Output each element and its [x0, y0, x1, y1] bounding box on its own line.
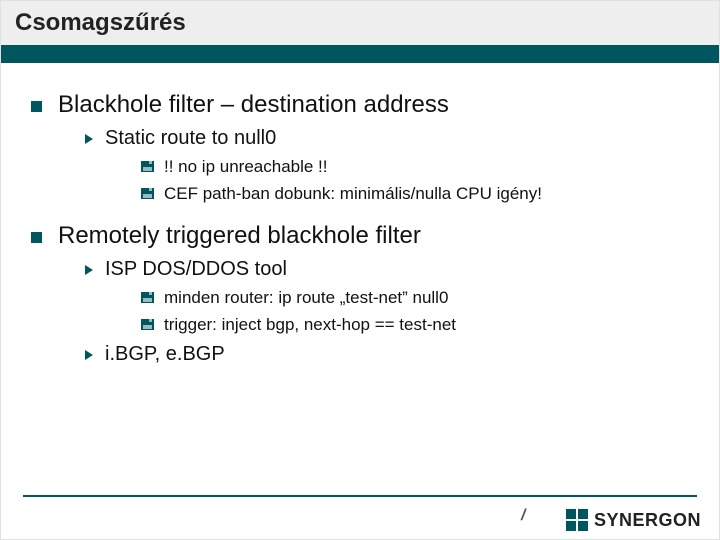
bullet-lvl1: Blackhole filter – destination address: [31, 91, 689, 119]
triangle-bullet-icon: [85, 134, 93, 144]
bullet-text: CEF path-ban dobunk: minimális/nulla CPU…: [164, 184, 542, 204]
slide-title: Csomagszűrés: [1, 1, 719, 45]
bullet-text: i.BGP, e.BGP: [105, 343, 225, 366]
disk-bullet-icon: [141, 319, 154, 330]
bullet-lvl3: CEF path-ban dobunk: minimális/nulla CPU…: [141, 183, 689, 204]
footer-logo: SYNERGON: [566, 509, 701, 531]
synergon-logo-icon: [566, 509, 588, 531]
bullet-lvl3: trigger: inject bgp, next-hop == test-ne…: [141, 314, 689, 335]
bullet-lvl3: minden router: ip route „test-net” null0: [141, 287, 689, 308]
bullet-lvl2: i.BGP, e.BGP: [85, 343, 689, 366]
triangle-bullet-icon: [85, 350, 93, 360]
disk-bullet-icon: [141, 292, 154, 303]
slide-content: Blackhole filter – destination address S…: [31, 81, 689, 370]
bullet-text: ISP DOS/DDOS tool: [105, 258, 287, 281]
slide: Csomagszűrés Blackhole filter – destinat…: [0, 0, 720, 540]
bullet-lvl1: Remotely triggered blackhole filter: [31, 222, 689, 250]
bullet-text: Remotely triggered blackhole filter: [58, 222, 421, 250]
disk-bullet-icon: [141, 161, 154, 172]
footer-page-marker: /: [521, 507, 525, 525]
bullet-text: trigger: inject bgp, next-hop == test-ne…: [164, 315, 456, 335]
bullet-text: minden router: ip route „test-net” null0: [164, 288, 448, 308]
bullet-lvl2: ISP DOS/DDOS tool: [85, 258, 689, 281]
footer-divider: [23, 495, 697, 497]
square-bullet-icon: [31, 232, 42, 243]
bullet-lvl3: !! no ip unreachable !!: [141, 156, 689, 177]
triangle-bullet-icon: [85, 265, 93, 275]
bullet-text: Static route to null0: [105, 127, 276, 150]
bullet-text: !! no ip unreachable !!: [164, 157, 328, 177]
disk-bullet-icon: [141, 188, 154, 199]
square-bullet-icon: [31, 101, 42, 112]
bullet-lvl2: Static route to null0: [85, 127, 689, 150]
synergon-logo-text: SYNERGON: [594, 510, 701, 531]
bullet-text: Blackhole filter – destination address: [58, 91, 449, 119]
